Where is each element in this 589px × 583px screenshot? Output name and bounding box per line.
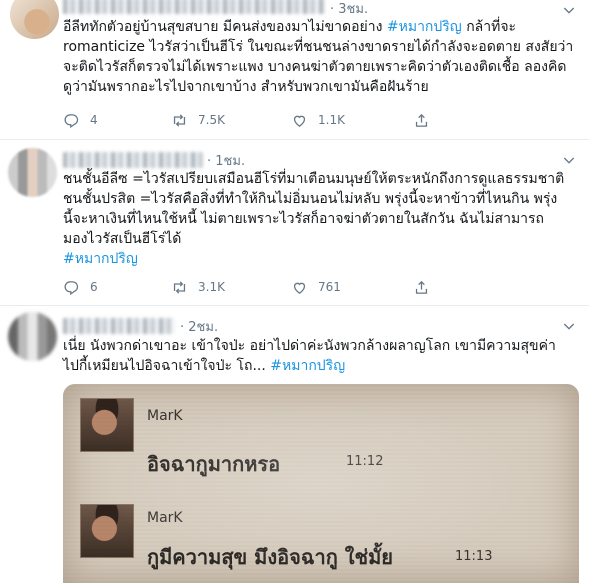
retweet-count: 3.1K	[198, 280, 225, 294]
tweet-time[interactable]: 2ชม.	[188, 320, 218, 335]
like-count: 1.1K	[318, 113, 345, 127]
tweet[interactable]: · 1ชม. ชนชั้นอีลีซ =ไวรัสเปรียบเสมือนฮีโ…	[0, 140, 589, 306]
reply-button[interactable]: 6	[63, 277, 98, 297]
like-button[interactable]: 1.1K	[291, 110, 345, 130]
tweet-actions: 4 7.5K 1.1K	[63, 110, 483, 130]
hashtag-link[interactable]: #หมากปริญ	[270, 358, 345, 374]
share-icon	[415, 113, 428, 127]
tweet[interactable]: · 3ชม. อีลีททักตัวอยู่บ้านสุขสบาย มีคนส่…	[0, 0, 589, 140]
hashtag-link[interactable]: #หมากปริญ	[387, 19, 462, 35]
author-name-blurred[interactable]	[63, 318, 175, 334]
like-button[interactable]: 761	[291, 277, 341, 297]
reply-button[interactable]: 4	[63, 110, 98, 130]
retweet-button[interactable]: 7.5K	[171, 110, 225, 130]
share-button[interactable]	[413, 277, 440, 297]
reply-count: 6	[90, 280, 98, 294]
tweet-time[interactable]: 1ชม.	[215, 154, 245, 169]
like-count: 761	[318, 280, 341, 294]
tweet-text: อีลีททักตัวอยู่บ้านสุขสบาย มีคนส่งของมาไ…	[63, 17, 579, 97]
tweet-text-line: ชนชั้นอีลีซ =ไวรัสเปรียบเสมือนฮีโร่ที่มา…	[63, 171, 565, 187]
heart-icon	[293, 115, 306, 127]
tweet-text-line: romanticize ไวรัสว่าเป็นฮีโร่ ในขณะที่ชน…	[63, 39, 574, 55]
retweet-button[interactable]: 3.1K	[171, 277, 225, 297]
chat-message-text: กูมีความสุข มึงอิจฉากู ใช่มั้ย	[147, 545, 394, 569]
tweet-text-line: ดูว่ามันพรากอะไรไปจากเขาบ้าง สำหรับพวกเข…	[63, 79, 429, 95]
retweet-count: 7.5K	[198, 113, 225, 127]
tweet-text-line: ชนชั้นปรสิต =ไวรัสคือสิ่งที่ทำให้กินไม่อ…	[63, 191, 558, 207]
tweet-media-image[interactable]: MarK อิจฉากูมากหรอ 11:12 MarK กูมีความสุ…	[63, 384, 579, 583]
tweet-text-line: กล้าที่จะ	[461, 19, 517, 35]
share-button[interactable]	[413, 110, 440, 130]
reply-icon	[64, 280, 79, 295]
tweet-text-line: ไปกี้เหมียนไปอิจฉาเข้าใจป่ะ โถ...	[63, 358, 271, 374]
chevron-down-icon[interactable]	[561, 152, 577, 168]
tweet-text: เนี่ย นังพวกด่าเขาอะ เข้าใจป่ะ อย่าไปด่า…	[63, 336, 579, 376]
avatar[interactable]	[10, 0, 59, 39]
chat-sender-name: MarK	[147, 510, 183, 526]
chevron-down-icon[interactable]	[561, 2, 577, 18]
timeline: · 3ชม. อีลีททักตัวอยู่บ้านสุขสบาย มีคนส่…	[0, 0, 589, 583]
tweet-time[interactable]: 3ชม.	[338, 2, 368, 17]
tweet-time-separator: ·	[207, 154, 212, 169]
tweet-text-line: จะติดไวรัสก็ตรวจไม่ได้เพราะแพง บางคนฆ่าต…	[63, 59, 567, 75]
share-icon	[415, 280, 428, 294]
tweet-text-line: เนี่ย นังพวกด่าเขาอะ เข้าใจป่ะ อย่าไปด่า…	[63, 338, 556, 354]
tweet-text-line: นี้จะหาเงินที่ไหนใช้หนี้ ไม่ตายเพราะไวรั…	[63, 211, 545, 227]
avatar[interactable]	[8, 148, 57, 197]
avatar[interactable]	[8, 312, 57, 361]
reply-count: 4	[90, 113, 98, 127]
reply-icon	[64, 113, 79, 128]
author-name-blurred[interactable]	[63, 0, 325, 14]
author-name-blurred[interactable]	[63, 152, 203, 168]
tweet-text-line: มองไวรัสเป็นฮีโร่ได้	[63, 231, 182, 247]
heart-icon	[293, 282, 306, 294]
tweet-actions: 6 3.1K 761	[63, 277, 483, 297]
chat-profile-photo	[80, 398, 134, 452]
retweet-icon	[173, 113, 186, 127]
tweet[interactable]: · 2ชม. เนี่ย นังพวกด่าเขาอะ เข้าใจป่ะ อย…	[0, 306, 589, 583]
tweet-text-line: อีลีททักตัวอยู่บ้านสุขสบาย มีคนส่งของมาไ…	[63, 19, 387, 35]
chat-message-time: 11:12	[346, 454, 384, 469]
hashtag-link[interactable]: #หมากปริญ	[63, 249, 579, 269]
tweet-time-separator: ·	[180, 320, 185, 335]
tweet-time-separator: ·	[330, 2, 335, 17]
chat-profile-photo	[80, 504, 134, 558]
chevron-down-icon[interactable]	[561, 318, 577, 334]
chat-sender-name: MarK	[147, 408, 183, 424]
retweet-icon	[173, 280, 186, 294]
tweet-text: ชนชั้นอีลีซ =ไวรัสเปรียบเสมือนฮีโร่ที่มา…	[63, 169, 579, 269]
chat-message-time: 11:13	[455, 549, 493, 564]
chat-message-text: อิจฉากูมากหรอ	[147, 452, 281, 476]
